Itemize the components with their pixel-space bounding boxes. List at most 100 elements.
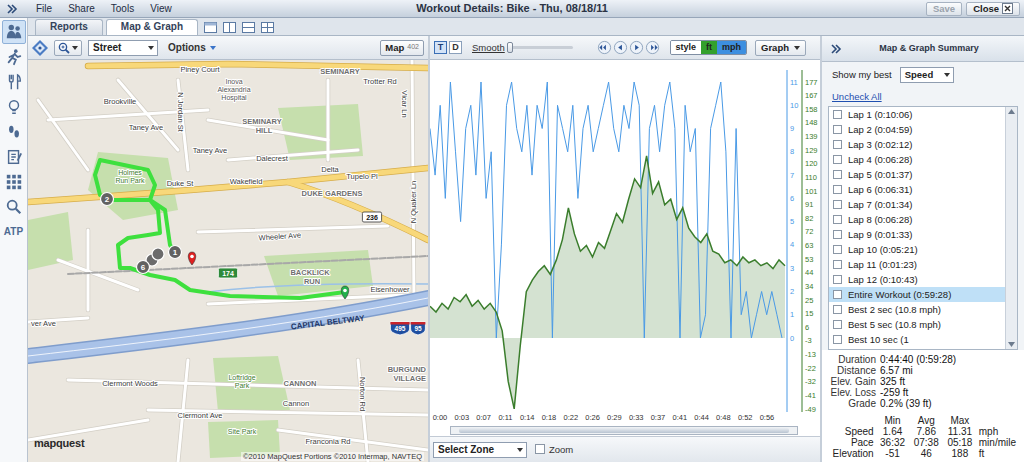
close-icon bbox=[1002, 3, 1013, 14]
style-toggle[interactable]: styleftmph bbox=[670, 40, 748, 55]
lap-marker[interactable]: 2 bbox=[101, 193, 114, 206]
mode-button[interactable]: T bbox=[434, 41, 447, 54]
time-tick: 0:07 bbox=[476, 413, 491, 422]
zoom-checkbox[interactable] bbox=[535, 444, 545, 454]
lap-checkbox[interactable] bbox=[833, 110, 842, 119]
lap-checkbox[interactable] bbox=[833, 140, 842, 149]
pan-control[interactable] bbox=[32, 40, 48, 56]
best-metric-select[interactable]: Speed bbox=[900, 67, 954, 83]
lap-row[interactable]: Best 2 sec (10.8 mph) bbox=[829, 302, 1005, 317]
lap-row[interactable]: Lap 12 (0:10:43) bbox=[829, 272, 1005, 287]
lap-row[interactable]: Lap 7 (0:01:34) bbox=[829, 197, 1005, 212]
sidebar-item[interactable] bbox=[2, 145, 26, 169]
lap-checkbox[interactable] bbox=[833, 335, 842, 344]
scroll-thumb[interactable] bbox=[459, 428, 789, 433]
menu-item[interactable]: View bbox=[150, 3, 172, 15]
unit-toggle[interactable]: mph bbox=[717, 41, 746, 54]
sidebar-item[interactable] bbox=[2, 70, 26, 94]
sidebar-item[interactable] bbox=[2, 120, 26, 144]
dropdown-arrow-icon[interactable] bbox=[148, 46, 154, 50]
lap-row[interactable]: Lap 10 (0:05:21) bbox=[829, 242, 1005, 257]
lap-checkbox[interactable] bbox=[833, 170, 842, 179]
list-scrollbar[interactable] bbox=[1005, 107, 1017, 349]
lap-row[interactable]: Lap 5 (0:01:37) bbox=[829, 167, 1005, 182]
lap-checkbox[interactable] bbox=[833, 185, 842, 194]
lap-checkbox[interactable] bbox=[833, 305, 842, 314]
lap-row[interactable]: Lap 3 (0:02:12) bbox=[829, 137, 1005, 152]
collapse-button[interactable] bbox=[830, 43, 842, 55]
lap-checkbox[interactable] bbox=[833, 125, 842, 134]
lap-checkbox[interactable] bbox=[833, 290, 842, 299]
layout-button[interactable] bbox=[242, 22, 255, 33]
lap-marker[interactable]: 6 bbox=[137, 261, 150, 274]
lap-checkbox[interactable] bbox=[833, 275, 842, 284]
scroll-track[interactable] bbox=[450, 426, 798, 435]
lap-row[interactable]: Lap 2 (0:04:59) bbox=[829, 122, 1005, 137]
zone-select[interactable]: Select Zone bbox=[433, 442, 527, 458]
dropdown-arrow-icon[interactable] bbox=[517, 448, 523, 452]
map-canvas[interactable]: 216Piney CourtSEMINARYTrotter RdBrookvil… bbox=[28, 60, 428, 462]
playback-button[interactable] bbox=[613, 40, 628, 55]
dropdown-arrow-icon[interactable] bbox=[72, 46, 78, 50]
lap-checkbox[interactable] bbox=[833, 155, 842, 164]
chart-scrollbar[interactable] bbox=[430, 424, 820, 436]
lap-row[interactable]: Entire Workout (0:59:28) bbox=[829, 287, 1005, 302]
sidebar-item[interactable] bbox=[2, 20, 26, 44]
expand-button[interactable] bbox=[4, 2, 20, 16]
map-label-group: Taney Ave bbox=[193, 146, 227, 155]
layout-button[interactable] bbox=[261, 22, 274, 33]
lap-checkbox[interactable] bbox=[833, 200, 842, 209]
smooth-handle[interactable] bbox=[507, 42, 513, 53]
lap-row[interactable]: Best 10 sec (1 bbox=[829, 332, 1005, 347]
zoom-button[interactable] bbox=[54, 40, 82, 56]
playback-controls[interactable] bbox=[597, 40, 660, 55]
tab[interactable]: Map & Graph bbox=[106, 19, 198, 35]
graphic-part bbox=[59, 43, 66, 50]
lap-checkbox[interactable] bbox=[833, 260, 842, 269]
playback-button[interactable] bbox=[645, 40, 660, 55]
options-button[interactable]: Options bbox=[168, 42, 216, 54]
lap-row[interactable]: Lap 6 (0:06:31) bbox=[829, 182, 1005, 197]
lap-marker[interactable]: 1 bbox=[169, 246, 182, 259]
mode-button[interactable]: D bbox=[449, 41, 462, 54]
playback-button[interactable] bbox=[629, 40, 644, 55]
lap-row[interactable]: Lap 9 (0:01:33) bbox=[829, 227, 1005, 242]
smooth-slider[interactable] bbox=[507, 46, 573, 49]
lap-row[interactable]: Lap 4 (0:06:28) bbox=[829, 152, 1005, 167]
close-button[interactable]: Close bbox=[966, 2, 1020, 16]
menu-item[interactable]: Share bbox=[68, 3, 95, 15]
sidebar-item[interactable] bbox=[2, 45, 26, 69]
graph-menu-button[interactable]: Graph bbox=[755, 40, 806, 56]
lap-checkbox[interactable] bbox=[833, 230, 842, 239]
lap-row[interactable]: Lap 1 (0:10:06) bbox=[829, 107, 1005, 122]
dropdown-arrow-icon[interactable] bbox=[794, 46, 800, 50]
layout-button[interactable] bbox=[223, 22, 236, 33]
chart-area[interactable]: 1110987654321017716715814813912912011010… bbox=[430, 60, 820, 424]
lap-checkbox[interactable] bbox=[833, 320, 842, 329]
lap-checkbox[interactable] bbox=[833, 245, 842, 254]
lap-row[interactable]: Lap 11 (0:01:23) bbox=[829, 257, 1005, 272]
map-button[interactable]: Map402 bbox=[380, 40, 424, 56]
uncheck-all-link[interactable]: Uncheck All bbox=[832, 91, 882, 102]
sidebar-item[interactable]: ATP bbox=[2, 220, 26, 244]
sidebar-item[interactable] bbox=[2, 170, 26, 194]
menu-bar: File Share Tools View bbox=[0, 2, 416, 16]
elevation-tick: -13 bbox=[805, 350, 816, 359]
graphic-part bbox=[15, 26, 20, 31]
dropdown-arrow-icon[interactable] bbox=[210, 46, 216, 50]
menu-item[interactable]: Tools bbox=[111, 3, 134, 15]
unit-toggle[interactable]: ft bbox=[701, 41, 717, 54]
lap-row[interactable]: Lap 8 (0:06:28) bbox=[829, 212, 1005, 227]
layout-button[interactable] bbox=[204, 22, 217, 33]
lap-row[interactable]: Best 5 sec (10.8 mph) bbox=[829, 317, 1005, 332]
zoom-toggle[interactable]: Zoom bbox=[535, 444, 573, 455]
lap-checkbox[interactable] bbox=[833, 215, 842, 224]
menu-item[interactable]: File bbox=[36, 3, 52, 15]
playback-button[interactable] bbox=[597, 40, 612, 55]
elevation-tick: 139 bbox=[805, 132, 818, 141]
sidebar-item[interactable] bbox=[2, 95, 26, 119]
map-type-select[interactable]: Street bbox=[88, 40, 158, 56]
sidebar-item[interactable] bbox=[2, 195, 26, 219]
tab[interactable]: Reports bbox=[35, 19, 103, 35]
dropdown-arrow-icon[interactable] bbox=[944, 73, 950, 77]
